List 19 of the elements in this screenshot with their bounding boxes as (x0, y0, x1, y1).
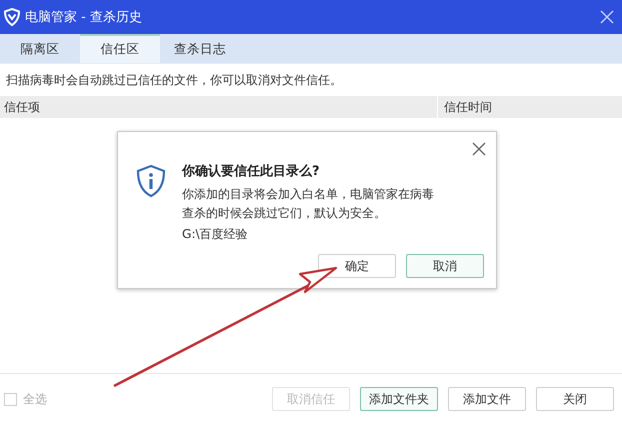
folder-path: G:\百度经验 (182, 226, 249, 243)
confirm-button[interactable]: 确定 (318, 254, 396, 278)
column-header: 信任项 (3, 98, 41, 116)
dialog-message: 你添加的目录将会加入白名单，电脑管家在病毒查杀的时候会跳过它们，默认为安全。 (182, 186, 435, 222)
add-folder-button[interactable]: 添加文件夹 (360, 387, 438, 411)
add-file-button[interactable]: 添加文件 (448, 387, 526, 411)
shield-info-icon (136, 164, 166, 198)
tab[interactable]: 隔离区 (0, 34, 80, 63)
tab[interactable]: 信任区 (80, 34, 160, 63)
close-button[interactable]: 关闭 (536, 387, 614, 411)
dialog-title: 你确认要信任此目录么? (182, 163, 321, 180)
window-title: 电脑管家 - 查杀历史 (25, 9, 143, 26)
column-header: 信任时间 (437, 96, 622, 118)
shield-logo-icon (2, 7, 22, 27)
select-all-label: 全选 (23, 390, 47, 408)
tab[interactable]: 查杀日志 (160, 34, 240, 63)
cancel-button[interactable]: 取消 (406, 254, 484, 278)
close-icon[interactable] (472, 142, 486, 156)
description-text: 扫描病毒时会自动跳过已信任的文件，你可以取消对文件信任。 (5, 72, 343, 88)
